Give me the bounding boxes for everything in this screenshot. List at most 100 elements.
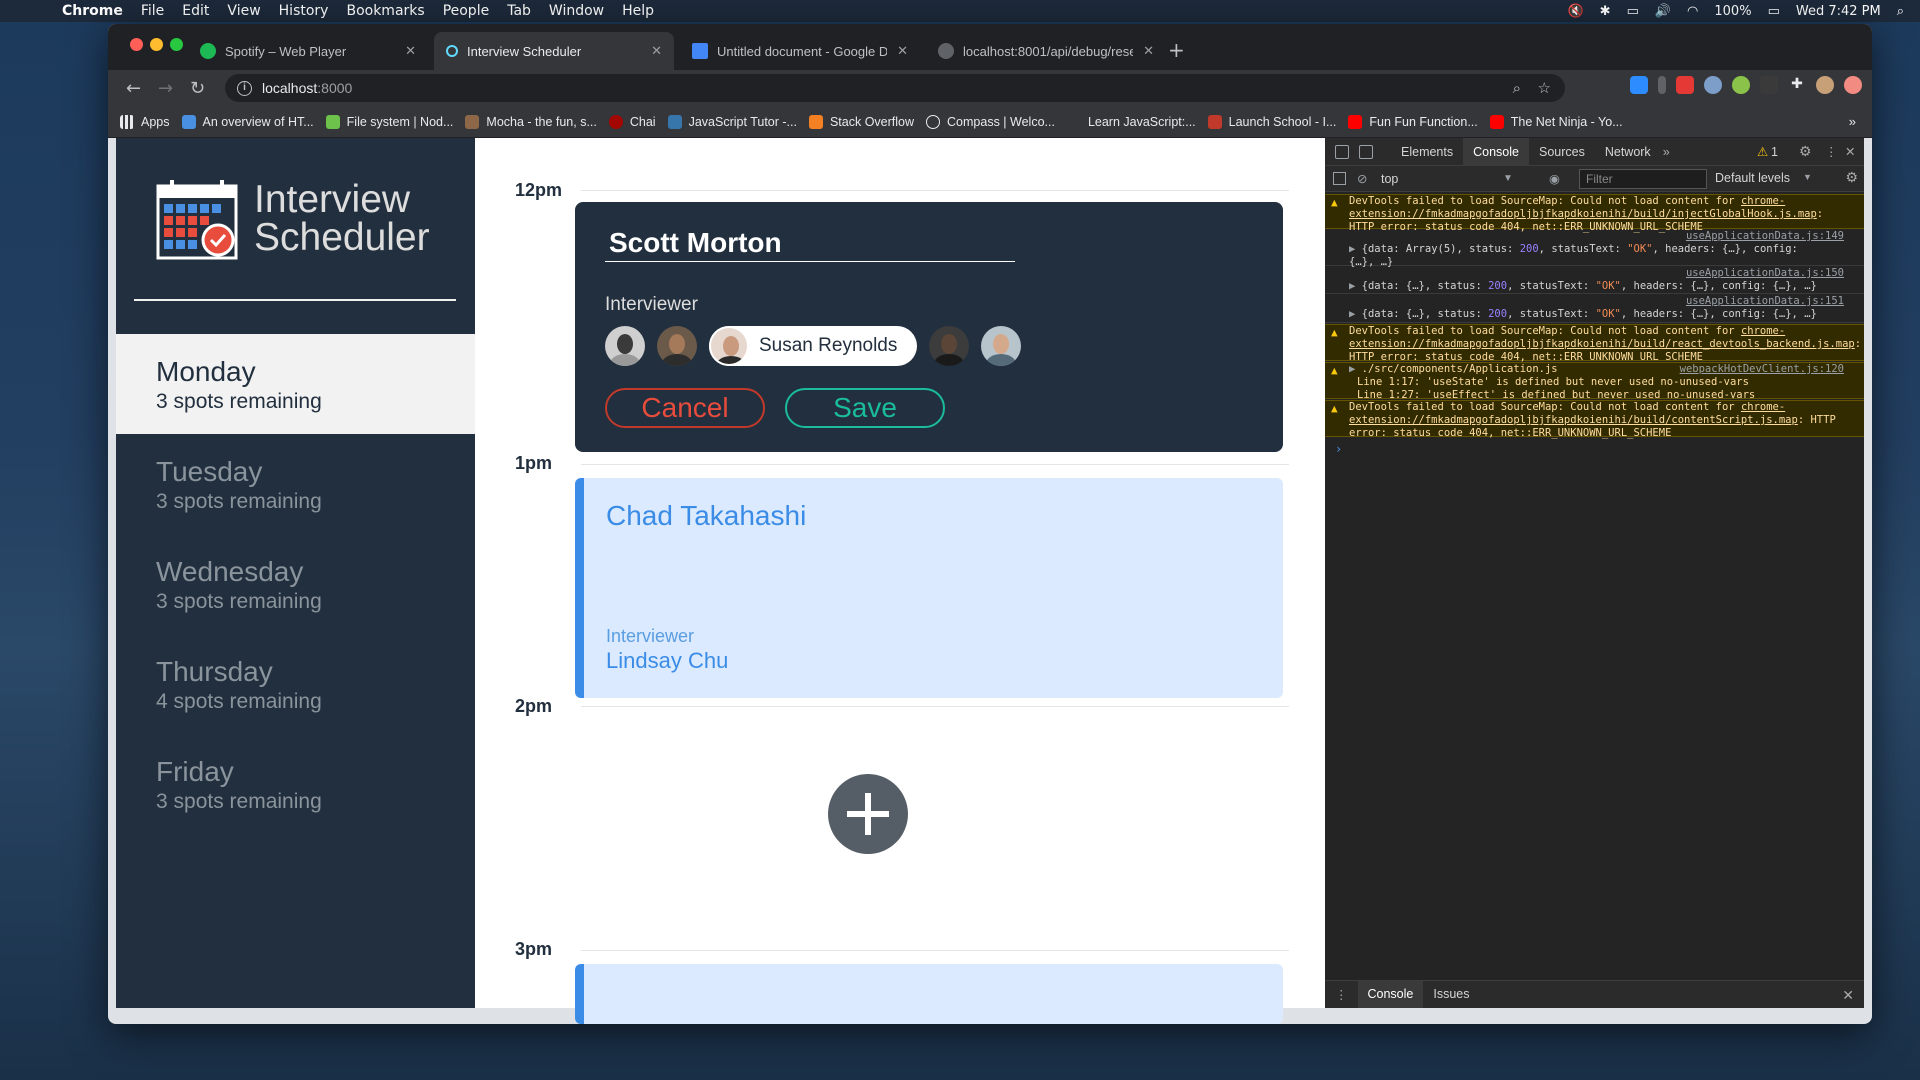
bookmark-item[interactable]: The Net Ninja - Yo... (1489, 114, 1623, 129)
extension-icon[interactable] (1658, 76, 1666, 94)
close-tab-icon[interactable]: ✕ (651, 43, 662, 59)
bookmark-item[interactable]: Chai (608, 114, 656, 129)
log-levels-dropdown[interactable]: Default levels (1715, 171, 1790, 185)
menu-help[interactable]: Help (622, 3, 654, 19)
interviewer-selected[interactable]: Susan Reynolds (709, 326, 918, 366)
context-selector[interactable]: top (1381, 172, 1511, 186)
menu-edit[interactable]: Edit (182, 3, 209, 19)
zoom-extension-icon[interactable] (1630, 76, 1648, 94)
devtools-tab-sources[interactable]: Sources (1529, 138, 1595, 166)
menu-tab[interactable]: Tab (507, 3, 531, 19)
console-settings-icon[interactable]: ⚙ (1845, 169, 1858, 186)
more-tabs-icon[interactable]: » (1663, 145, 1670, 159)
airplay-icon[interactable]: ▭ (1627, 4, 1639, 19)
back-icon[interactable]: ← (126, 78, 141, 99)
clear-console-icon[interactable]: ⊘ (1357, 171, 1367, 186)
extension-icon[interactable] (1760, 76, 1778, 94)
extension-icon[interactable] (1704, 76, 1722, 94)
inspect-element-icon[interactable] (1335, 144, 1349, 159)
settings-gear-icon[interactable]: ⚙ (1799, 143, 1812, 160)
close-tab-icon[interactable]: ✕ (405, 43, 416, 59)
battery-icon[interactable]: ▭ (1768, 4, 1780, 19)
clock[interactable]: Wed 7:42 PM (1796, 4, 1881, 19)
menu-app-name[interactable]: Chrome (62, 3, 123, 19)
forward-icon[interactable]: → (158, 78, 173, 99)
interviewer-avatar[interactable] (605, 326, 645, 366)
device-toolbar-icon[interactable] (1359, 144, 1373, 159)
cancel-button[interactable]: Cancel (605, 388, 765, 428)
bookmark-item[interactable]: JavaScript Tutor -... (667, 114, 797, 129)
tab-spotify[interactable]: Spotify – Web Player ✕ (188, 32, 428, 70)
puzzle-icon[interactable]: ✚ (1788, 76, 1806, 94)
menu-people[interactable]: People (443, 3, 490, 19)
console-prompt-icon[interactable]: › (1335, 442, 1342, 456)
tab-interview-scheduler[interactable]: Interview Scheduler ✕ (434, 32, 674, 70)
expand-arrow-icon[interactable]: ▶ (1349, 308, 1355, 320)
menu-window[interactable]: Window (549, 3, 604, 19)
zoom-icon[interactable]: ⌕ (1513, 80, 1521, 97)
interviewer-avatar[interactable] (929, 326, 970, 366)
wifi-icon[interactable]: ◠ (1687, 4, 1698, 19)
close-window-icon[interactable] (130, 38, 143, 51)
extension-icon[interactable] (1676, 76, 1694, 94)
bookmark-item[interactable]: Launch School - I... (1207, 114, 1336, 129)
info-icon[interactable]: i (237, 80, 252, 96)
expand-arrow-icon[interactable]: ▶ (1349, 363, 1355, 375)
tab-api-debug[interactable]: localhost:8001/api/debug/rese ✕ (926, 32, 1166, 70)
save-button[interactable]: Save (785, 388, 945, 428)
log-source-link[interactable]: useApplicationData.js:151 (1686, 295, 1844, 308)
sidebar-toggle-icon[interactable] (1333, 172, 1346, 185)
add-appointment-button[interactable] (828, 774, 908, 854)
battery-percent[interactable]: 100% (1714, 4, 1751, 19)
drawer-tab-issues[interactable]: Issues (1423, 981, 1479, 1008)
warning-icon[interactable]: ⚠ (1757, 144, 1768, 159)
eye-icon[interactable]: ◉ (1549, 171, 1560, 186)
day-tuesday[interactable]: Tuesday 3 spots remaining (116, 434, 475, 534)
devtools-tab-console[interactable]: Console (1463, 137, 1529, 166)
close-devtools-icon[interactable]: ✕ (1845, 144, 1855, 159)
log-source-link[interactable]: webpackHotDevClient.js:120 (1680, 363, 1844, 376)
bookmark-item[interactable]: Mocha - the fun, s... (465, 114, 597, 129)
bookmark-item[interactable]: Fun Fun Function... (1348, 114, 1478, 129)
bookmark-item[interactable]: Learn JavaScript:... (1066, 114, 1196, 129)
new-tab-icon[interactable]: + (1168, 38, 1185, 62)
log-source-link[interactable]: useApplicationData.js:150 (1686, 267, 1844, 280)
menu-bookmarks[interactable]: Bookmarks (346, 3, 424, 19)
day-monday[interactable]: Monday 3 spots remaining (116, 334, 475, 434)
console-filter-input[interactable]: Filter (1579, 169, 1707, 189)
mute-icon[interactable]: 🔇 (1567, 4, 1583, 19)
avatar[interactable] (1816, 76, 1834, 94)
bookmark-item[interactable]: File system | Nod... (325, 114, 453, 129)
devtools-tab-network[interactable]: Network (1595, 138, 1661, 166)
bookmark-item[interactable]: An overview of HT... (181, 114, 314, 129)
warnings-count[interactable]: 1 (1771, 145, 1778, 159)
more-options-icon[interactable]: ⋮ (1825, 144, 1838, 159)
address-bar[interactable]: i localhost:8000 ⌕ ☆ (225, 74, 1565, 102)
interviewer-avatar[interactable] (981, 326, 1022, 366)
expand-arrow-icon[interactable]: ▶ (1349, 280, 1355, 292)
extension-icon[interactable] (1732, 76, 1750, 94)
reload-icon[interactable]: ↻ (190, 78, 205, 99)
menu-view[interactable]: View (227, 3, 260, 19)
maximize-window-icon[interactable] (170, 38, 183, 51)
close-tab-icon[interactable]: ✕ (897, 43, 908, 59)
more-bookmarks-icon[interactable]: » (1849, 114, 1856, 129)
bookmark-apps[interactable]: Apps (120, 114, 170, 129)
update-icon[interactable] (1844, 76, 1862, 94)
day-friday[interactable]: Friday 3 spots remaining (116, 734, 475, 834)
day-thursday[interactable]: Thursday 4 spots remaining (116, 634, 475, 734)
menu-file[interactable]: File (141, 3, 164, 19)
tab-google-doc[interactable]: Untitled document - Google Do ✕ (680, 32, 920, 70)
drawer-menu-icon[interactable]: ⋮ (1335, 987, 1348, 1002)
bookmark-item[interactable]: Stack Overflow (808, 114, 914, 129)
menu-history[interactable]: History (279, 3, 329, 19)
close-drawer-icon[interactable]: ✕ (1842, 987, 1854, 1004)
close-tab-icon[interactable]: ✕ (1143, 43, 1154, 59)
student-name-input[interactable] (605, 224, 1015, 262)
bookmark-item[interactable]: Compass | Welco... (926, 114, 1055, 129)
devtools-tab-elements[interactable]: Elements (1391, 138, 1463, 166)
drawer-tab-console[interactable]: Console (1357, 981, 1424, 1008)
expand-arrow-icon[interactable]: ▶ (1349, 243, 1355, 255)
log-source-link[interactable]: useApplicationData.js:149 (1686, 230, 1844, 243)
day-wednesday[interactable]: Wednesday 3 spots remaining (116, 534, 475, 634)
